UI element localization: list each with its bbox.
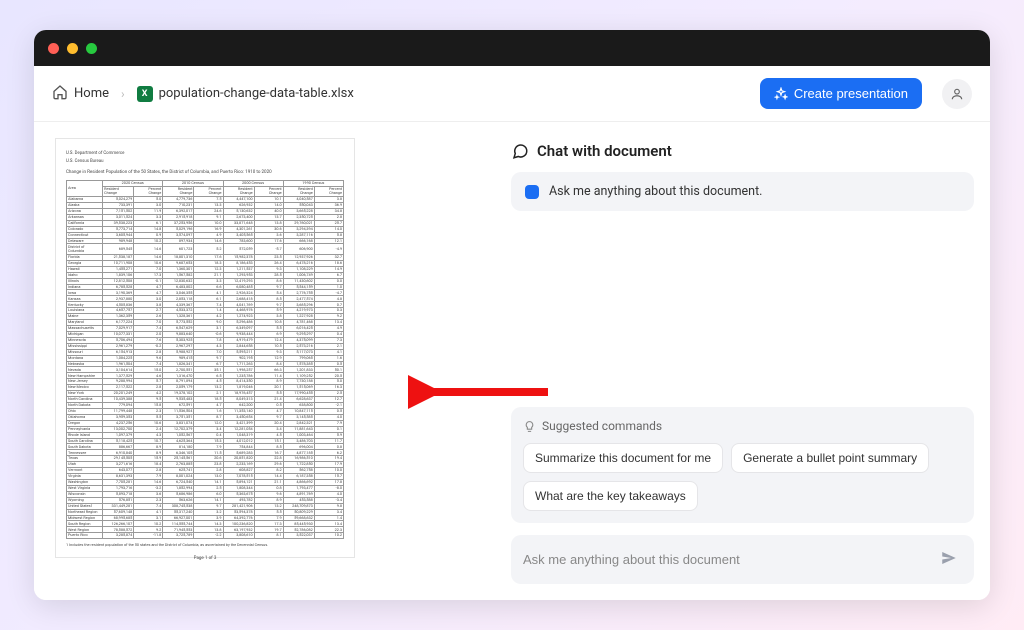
chat-intro-text: Ask me anything about this document.	[549, 184, 762, 199]
table-row: District of Columbia689,54514.6601,7235.…	[67, 244, 344, 254]
send-icon	[940, 549, 958, 567]
create-presentation-button[interactable]: Create presentation	[760, 78, 922, 109]
suggested-commands-label: Suggested commands	[542, 419, 662, 433]
doc-dept1: U.S. Department of Commerce	[66, 151, 344, 156]
suggested-command-0[interactable]: Summarize this document for me	[523, 443, 723, 473]
breadcrumb-home-label: Home	[74, 86, 109, 101]
chat-title: Chat with document	[511, 142, 974, 160]
doc-dept2: U.S. Census Bureau	[66, 159, 344, 164]
excel-icon: X	[137, 86, 153, 102]
chat-icon	[511, 142, 529, 160]
document-page[interactable]: U.S. Department of Commerce U.S. Census …	[55, 138, 355, 558]
lightbulb-icon	[523, 420, 536, 433]
user-icon	[950, 87, 964, 101]
table-row: Puerto Rico3,285,874-11.83,725,789-2.23,…	[67, 533, 344, 539]
chat-input-box	[511, 535, 974, 584]
sparkle-icon	[774, 87, 788, 101]
suggested-commands-box: Suggested commands Summarize this docume…	[511, 407, 974, 523]
breadcrumb-home[interactable]: Home	[52, 84, 109, 104]
chat-pane: Chat with document Ask me anything about…	[376, 138, 974, 584]
window-max-dot[interactable]	[86, 43, 97, 54]
chat-input[interactable]	[523, 552, 936, 567]
window-min-dot[interactable]	[67, 43, 78, 54]
doc-title: Change in Resident Population of the 50 …	[66, 170, 344, 175]
breadcrumb-file[interactable]: X population-change-data-table.xlsx	[137, 86, 354, 102]
suggested-commands-header: Suggested commands	[523, 419, 962, 433]
titlebar	[34, 30, 990, 66]
app-window: Home › X population-change-data-table.xl…	[34, 30, 990, 600]
assistant-avatar-icon	[525, 185, 539, 199]
doc-page-number: Page 1 of 3	[66, 548, 344, 561]
user-avatar[interactable]	[942, 79, 972, 109]
chevron-right-icon: ›	[121, 87, 125, 101]
breadcrumb-filename: population-change-data-table.xlsx	[159, 86, 354, 101]
content-area: U.S. Department of Commerce U.S. Census …	[34, 122, 990, 600]
chat-title-text: Chat with document	[537, 142, 672, 160]
suggested-command-2[interactable]: What are the key takeaways	[523, 481, 698, 511]
doc-table: Area2020 Census2010 Census2000 Census199…	[66, 180, 344, 539]
toolbar: Home › X population-change-data-table.xl…	[34, 66, 990, 122]
document-preview-pane: U.S. Department of Commerce U.S. Census …	[50, 138, 360, 584]
window-close-dot[interactable]	[48, 43, 59, 54]
suggested-command-1[interactable]: Generate a bullet point summary	[731, 443, 929, 473]
create-presentation-label: Create presentation	[794, 86, 908, 101]
send-button[interactable]	[936, 545, 962, 574]
home-icon	[52, 84, 68, 104]
chat-intro-bubble: Ask me anything about this document.	[511, 172, 974, 211]
